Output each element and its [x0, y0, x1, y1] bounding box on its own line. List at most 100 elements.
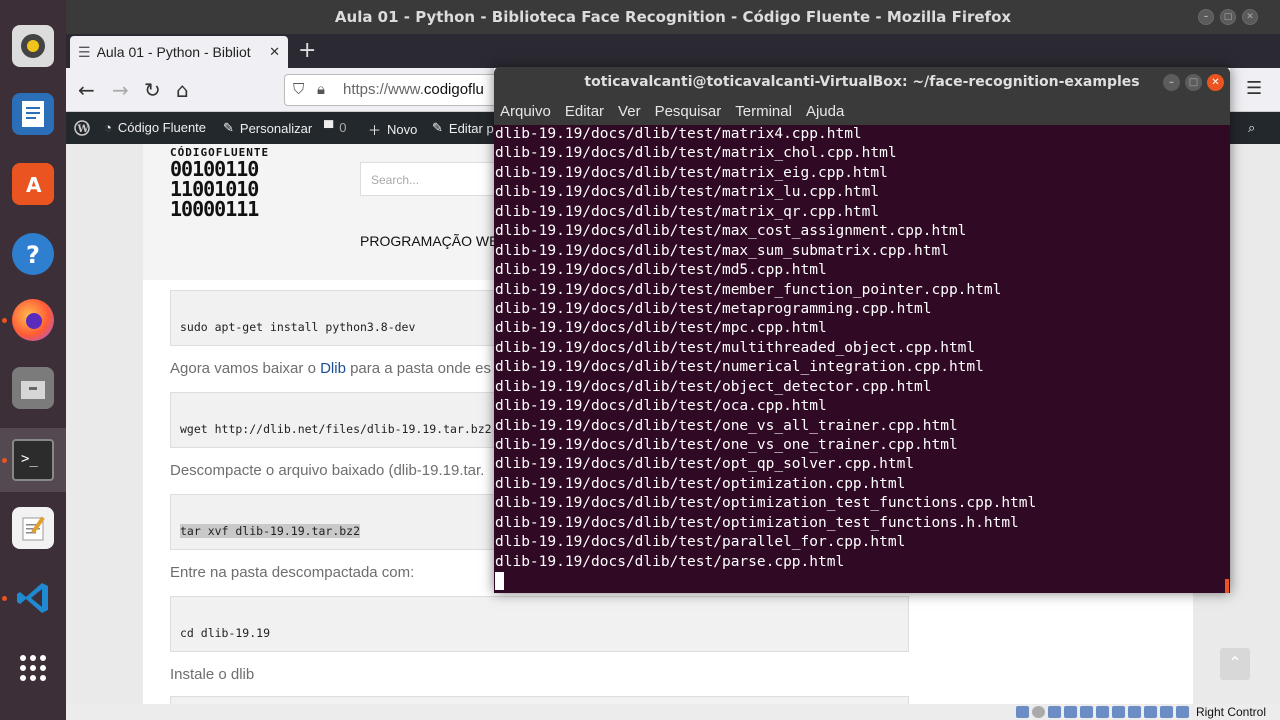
brush-icon: ✎	[223, 120, 234, 135]
dock-help[interactable]: ?	[0, 222, 66, 286]
audio-icon[interactable]	[1047, 706, 1061, 718]
usb-icon[interactable]	[1079, 706, 1093, 718]
new-tab-icon[interactable]: +	[298, 38, 316, 63]
site-logo[interactable]: CÓDIGOFLUENTE 00100110 11001010 10000111	[170, 146, 330, 219]
vscode-icon	[12, 577, 54, 619]
terminal-window-controls: – □ ✕	[1163, 74, 1224, 91]
tab-close-icon[interactable]: ✕	[269, 44, 280, 60]
dock-text-editor[interactable]	[0, 496, 66, 560]
dock-firefox[interactable]	[0, 288, 66, 352]
close-icon[interactable]: ✕	[1207, 74, 1224, 91]
terminal-title-bar[interactable]: toticavalcanti@toticavalcanti-VirtualBox…	[494, 67, 1230, 98]
wp-new-label: Novo	[387, 122, 418, 137]
wp-logo-icon[interactable]: W	[74, 120, 90, 136]
terminal-line: dlib-19.19/docs/dlib/test/matrix_eig.cpp…	[495, 164, 888, 181]
plus-icon: ＋	[368, 123, 382, 138]
wp-site-link[interactable]: ◔ Código Fluente	[104, 120, 206, 135]
software-center-icon: A	[12, 163, 54, 205]
terminal-line: dlib-19.19/docs/dlib/test/md5.cpp.html	[495, 262, 827, 279]
paragraph: Entre na pasta descompactada com:	[170, 564, 415, 581]
terminal-line: dlib-19.19/docs/dlib/test/numerical_inte…	[495, 359, 984, 376]
wp-search-icon[interactable]: ⌕	[1248, 120, 1255, 136]
dashboard-icon: ◔	[104, 120, 112, 135]
logo-bits-row: 11001010	[170, 177, 259, 201]
menu-icon[interactable]: ☰	[1246, 78, 1262, 99]
site-search-input[interactable]: Search...	[360, 162, 500, 196]
menu-pesquisar[interactable]: Pesquisar	[655, 98, 722, 125]
code-text: sudo apt-get install python3.8-dev	[180, 320, 416, 334]
terminal-output[interactable]: dlib-19.19/docs/dlib/test/matrix4.cpp.ht…	[494, 125, 1230, 593]
shared-folders-icon[interactable]	[1095, 706, 1109, 718]
forward-icon[interactable]: →	[112, 78, 129, 102]
minimize-icon[interactable]: –	[1198, 9, 1214, 25]
back-icon[interactable]: ←	[78, 78, 95, 102]
lock-icon[interactable]: 🔒︎	[317, 75, 325, 105]
dlib-link[interactable]: Dlib	[320, 360, 346, 377]
mouse-integration-icon[interactable]	[1159, 706, 1173, 718]
dock-writer[interactable]	[0, 82, 66, 146]
para-text: Agora vamos baixar o	[170, 360, 321, 377]
hard-disk-icon[interactable]	[1015, 706, 1029, 718]
terminal-scrollbar[interactable]	[1225, 579, 1229, 593]
network-icon[interactable]	[1063, 706, 1077, 718]
terminal-window[interactable]: toticavalcanti@toticavalcanti-VirtualBox…	[494, 67, 1230, 593]
files-icon	[12, 367, 54, 409]
site-nav-item[interactable]: PROGRAMAÇÃO WEB	[360, 233, 508, 249]
reload-icon[interactable]: ↻	[144, 78, 161, 102]
paragraph: Agora vamos baixar o Dlib para a pasta o…	[170, 360, 491, 377]
recording-icon[interactable]	[1127, 706, 1141, 718]
terminal-line: dlib-19.19/docs/dlib/test/matrix_qr.cpp.…	[495, 203, 880, 220]
paragraph: Instale o dlib	[170, 666, 255, 683]
url-bar[interactable]: ⛉ 🔒︎ https://www.codigoflu	[284, 74, 524, 106]
menu-ver[interactable]: Ver	[618, 98, 641, 125]
svg-text:W: W	[77, 124, 90, 135]
show-apps-icon	[12, 647, 54, 689]
dock-show-apps[interactable]	[0, 636, 66, 700]
menu-terminal[interactable]: Terminal	[735, 98, 792, 125]
rhythmbox-icon	[12, 25, 54, 67]
maximize-icon[interactable]: □	[1220, 9, 1236, 25]
minimize-icon[interactable]: –	[1163, 74, 1180, 91]
wp-comments-link[interactable]: ▀ 0	[324, 120, 346, 135]
wp-comments-count: 0	[339, 120, 347, 135]
para-text: para a pasta onde es	[345, 360, 492, 377]
menu-editar[interactable]: Editar	[565, 98, 604, 125]
menu-ajuda[interactable]: Ajuda	[806, 98, 844, 125]
vbox-status-icons: Right Control	[1015, 704, 1266, 720]
tab-title: Aula 01 - Python - Bibliot	[96, 44, 251, 60]
wp-customize-link[interactable]: ✎ Personalizar	[223, 120, 312, 136]
code-text: wget http://dlib.net/files/dlib-19.19.ta…	[180, 422, 492, 436]
wp-edit-link[interactable]: ✎ Editar p	[432, 120, 494, 136]
code-text: cd dlib-19.19	[180, 626, 271, 640]
wp-new-link[interactable]: ＋ Novo	[368, 120, 417, 139]
terminal-line: dlib-19.19/docs/dlib/test/one_vs_one_tra…	[495, 437, 958, 453]
host-key-label: Right Control	[1195, 705, 1266, 719]
close-icon[interactable]: ✕	[1242, 9, 1258, 25]
dock-vscode[interactable]	[0, 566, 66, 630]
menu-arquivo[interactable]: Arquivo	[500, 98, 551, 125]
dock-rhythmbox[interactable]	[0, 14, 66, 78]
firefox-tab-bar: ☰ Aula 01 - Python - Bibliot ✕ +	[66, 34, 1280, 68]
logo-bits-row: 10000111	[170, 197, 259, 221]
cpu-icon[interactable]	[1143, 706, 1157, 718]
browser-tab-active[interactable]: ☰ Aula 01 - Python - Bibliot ✕	[70, 36, 288, 68]
dock-terminal[interactable]: >_	[0, 428, 66, 492]
running-indicator	[2, 318, 7, 323]
code-block: cd dlib-19.19	[170, 596, 909, 652]
keyboard-icon[interactable]	[1175, 706, 1189, 718]
home-icon[interactable]: ⌂	[176, 78, 189, 102]
optical-drive-icon[interactable]	[1031, 706, 1045, 718]
terminal-line: dlib-19.19/docs/dlib/test/mpc.cpp.html	[495, 320, 827, 337]
scroll-to-top-button[interactable]: ⌃	[1220, 648, 1250, 680]
window-title-text: Aula 01 - Python - Biblioteca Face Recog…	[334, 8, 1012, 26]
running-indicator	[2, 596, 7, 601]
maximize-icon[interactable]: □	[1185, 74, 1202, 91]
writer-icon	[12, 93, 54, 135]
terminal-line: dlib-19.19/docs/dlib/test/multithreaded_…	[495, 339, 976, 356]
dock-files[interactable]	[0, 356, 66, 420]
comment-icon: ▀	[324, 120, 334, 135]
dock-software[interactable]: A	[0, 152, 66, 216]
tracking-shield-icon[interactable]: ⛉	[293, 75, 304, 105]
display-icon[interactable]	[1111, 706, 1125, 718]
running-indicator	[2, 458, 7, 463]
